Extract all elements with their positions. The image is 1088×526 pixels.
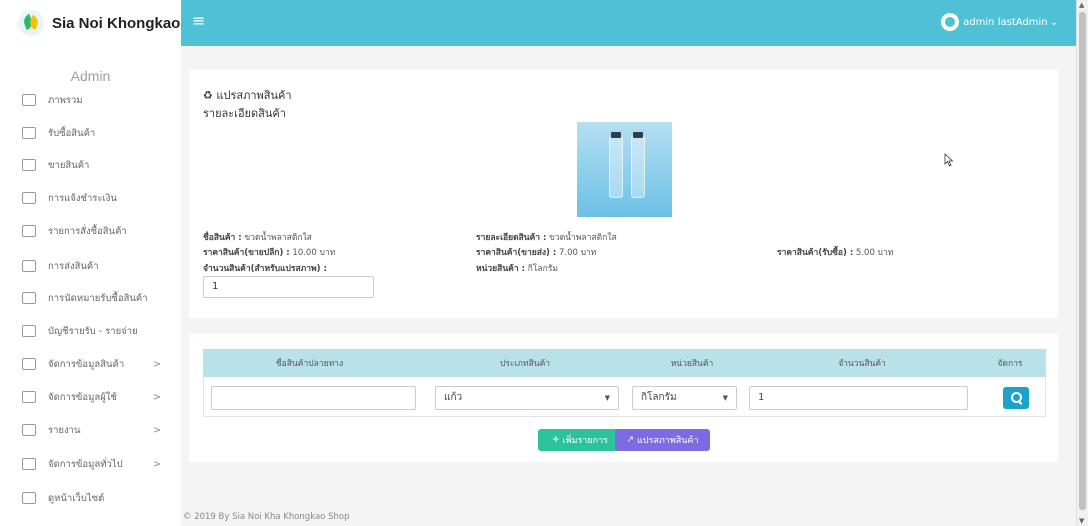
sidebar-item-website[interactable]: ดูหน้าเว็บไซต์ bbox=[0, 488, 181, 508]
page-title: ♻ แปรสภาพสินค้า bbox=[203, 89, 292, 102]
qty-label: จำนวนสินค้า(สำหรับแปรสภาพ) : bbox=[203, 264, 327, 274]
table-header: ชื่อสินค้าปลายทาง ประเภทสินค้า หน่วยสินค… bbox=[203, 349, 1046, 377]
sidebar-item-general[interactable]: จัดการข้อมูลทั่วไป > bbox=[0, 454, 181, 474]
sidebar-item-label: รับซื้อสินค้า bbox=[48, 127, 96, 139]
sidebar-item-label: ดูหน้าเว็บไซต์ bbox=[48, 492, 105, 504]
product-unit: หน่วยสินค้า : กิโลกรัม bbox=[476, 264, 558, 274]
product-detail-card: ♻ แปรสภาพสินค้า รายละเอียดสินค้า ชื่อสิน… bbox=[189, 70, 1058, 318]
column-header: จำนวนสินค้า bbox=[838, 359, 886, 369]
sidebar-item-label: ภาพรวม bbox=[48, 94, 83, 106]
brand[interactable]: Sia Noi Khongkao bbox=[0, 0, 181, 46]
scroll-up-icon[interactable]: ▲ bbox=[1079, 1, 1084, 9]
sidebar-item-orders[interactable]: รายการสั่งซื้อสินค้า bbox=[0, 221, 181, 241]
brand-logo-icon bbox=[18, 10, 44, 36]
footer-copyright: © 2019 By Sia Noi Kha Khongkao Shop bbox=[183, 512, 350, 522]
mouse-cursor-icon bbox=[944, 153, 954, 167]
list-icon bbox=[22, 225, 36, 237]
column-header: จัดการ bbox=[997, 359, 1023, 369]
table-row: แก้ว ▼ กิโลกรัม ▼ 1 bbox=[203, 377, 1046, 417]
conversion-qty-input[interactable]: 1 bbox=[203, 276, 374, 298]
dashboard-icon bbox=[22, 94, 36, 106]
recycle-icon: ♻ bbox=[203, 89, 213, 102]
sidebar-item-label: รายงาน bbox=[48, 424, 81, 436]
chevron-down-icon: ▼ bbox=[604, 394, 610, 402]
avatar bbox=[941, 13, 960, 31]
user-menu[interactable]: admin lastAdmin ⌄ bbox=[941, 13, 1058, 31]
column-header: หน่วยสินค้า bbox=[670, 359, 714, 369]
report-icon bbox=[22, 424, 36, 436]
sidebar-item-label: ขายสินค้า bbox=[48, 159, 90, 171]
sidebar-item-shipping[interactable]: การส่งสินค้า bbox=[0, 256, 181, 276]
top-navbar: Sia Noi Khongkao ≡ admin lastAdmin ⌄ bbox=[0, 0, 1076, 46]
sidebar-item-payment[interactable]: การแจ้งชำระเงิน bbox=[0, 188, 181, 208]
sidebar-item-manage-products[interactable]: จัดการข้อมูลสินค้า > bbox=[0, 354, 181, 374]
target-products-card: ชื่อสินค้าปลายทาง ประเภทสินค้า หน่วยสินค… bbox=[189, 334, 1058, 462]
target-name-input[interactable] bbox=[211, 386, 416, 410]
brand-name: Sia Noi Khongkao bbox=[52, 14, 181, 32]
monitor-icon bbox=[22, 492, 36, 504]
chevron-down-icon: ⌄ bbox=[1049, 16, 1058, 28]
settings-icon bbox=[22, 458, 36, 470]
sidebar-item-sell[interactable]: ขายสินค้า bbox=[0, 155, 181, 175]
sidebar-item-label: รายการสั่งซื้อสินค้า bbox=[48, 225, 127, 237]
buy-price: ราคาสินค้า(รับซื้อ) : 5.00 บาท bbox=[777, 248, 894, 258]
wallet-icon bbox=[22, 192, 36, 204]
product-type-select[interactable]: แก้ว ▼ bbox=[435, 386, 619, 410]
unit-select[interactable]: กิโลกรัม ▼ bbox=[632, 386, 737, 410]
chevron-right-icon: > bbox=[153, 391, 161, 403]
chevron-right-icon: > bbox=[153, 458, 161, 470]
wrench-icon: ↗ bbox=[626, 435, 635, 445]
scrollbar-thumb[interactable] bbox=[1079, 12, 1086, 510]
sidebar-item-label: จัดการข้อมูลทั่วไป bbox=[48, 458, 123, 470]
product-icon bbox=[22, 358, 36, 370]
sidebar-item-label: การแจ้งชำระเงิน bbox=[48, 192, 117, 204]
sidebar-item-overview[interactable]: ภาพรวม bbox=[0, 90, 181, 110]
ledger-icon bbox=[22, 325, 36, 337]
chevron-right-icon: > bbox=[153, 358, 161, 370]
convert-product-button[interactable]: ↗ แปรสภาพสินค้า bbox=[615, 429, 710, 451]
user-icon bbox=[22, 391, 36, 403]
sidebar-item-appointments[interactable]: การนัดหมายรับซื้อสินค้า bbox=[0, 288, 181, 308]
sidebar-item-accounts[interactable]: บัญชีรายรับ - รายจ่าย bbox=[0, 321, 181, 341]
bottle-shape bbox=[609, 132, 623, 198]
retail-price: ราคาสินค้า(ขายปลีก) : 10.00 บาท bbox=[203, 248, 336, 258]
sidebar-item-label: จัดการข้อมูลผู้ใช้ bbox=[48, 391, 117, 403]
section-subtitle: รายละเอียดสินค้า bbox=[203, 107, 286, 120]
product-detail: รายละเอียดสินค้า : ขวดน้ำพลาสติกใส bbox=[476, 233, 617, 243]
register-icon bbox=[22, 159, 36, 171]
box-icon bbox=[22, 127, 36, 139]
sidebar-item-label: บัญชีรายรับ - รายจ่าย bbox=[48, 325, 138, 337]
sidebar-item-label: การนัดหมายรับซื้อสินค้า bbox=[48, 292, 148, 304]
sidebar-item-buy[interactable]: รับซื้อสินค้า bbox=[0, 123, 181, 143]
scroll-down-icon[interactable]: ▼ bbox=[1079, 517, 1084, 525]
column-header: ประเภทสินค้า bbox=[499, 359, 551, 369]
page-scrollbar[interactable]: ▲ ▼ bbox=[1076, 0, 1088, 526]
chevron-right-icon: > bbox=[153, 424, 161, 436]
sidebar: Admin ภาพรวม รับซื้อสินค้า ขายสินค้า การ… bbox=[0, 46, 181, 526]
wholesale-price: ราคาสินค้า(ขายส่ง) : 7.00 บาท bbox=[476, 248, 597, 258]
sidebar-item-label: การส่งสินค้า bbox=[48, 260, 99, 272]
bottle-shape bbox=[631, 132, 645, 198]
sidebar-title: Admin bbox=[70, 68, 111, 84]
plus-icon: + bbox=[552, 435, 560, 445]
search-button[interactable] bbox=[1003, 387, 1029, 409]
calendar-icon bbox=[22, 292, 36, 304]
target-qty-input[interactable]: 1 bbox=[749, 386, 968, 410]
box-icon bbox=[22, 260, 36, 272]
product-image bbox=[577, 122, 672, 217]
sidebar-item-manage-users[interactable]: จัดการข้อมูลผู้ใช้ > bbox=[0, 387, 181, 407]
user-name: admin lastAdmin bbox=[963, 16, 1048, 28]
sidebar-item-label: จัดการข้อมูลสินค้า bbox=[48, 358, 125, 370]
hamburger-menu-icon[interactable]: ≡ bbox=[192, 13, 206, 29]
add-item-button[interactable]: + เพิ่มรายการ bbox=[538, 429, 622, 451]
column-header: ชื่อสินค้าปลายทาง bbox=[275, 359, 344, 369]
sidebar-item-reports[interactable]: รายงาน > bbox=[0, 420, 181, 440]
chevron-down-icon: ▼ bbox=[722, 394, 728, 402]
product-name: ชื่อสินค้า : ขวดน้ำพลาสติกใส bbox=[203, 233, 312, 243]
